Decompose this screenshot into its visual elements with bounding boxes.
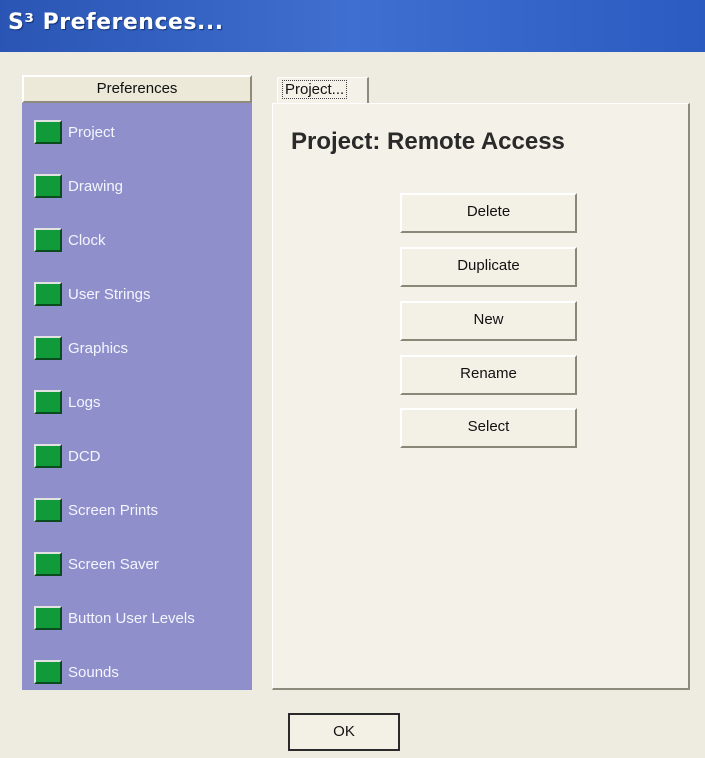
green-square-icon [34, 498, 62, 522]
window-title: S³ Preferences... [8, 10, 224, 35]
green-square-icon [34, 606, 62, 630]
sidebar-item-sounds[interactable]: Sounds [34, 657, 248, 687]
green-square-icon [34, 390, 62, 414]
new-button[interactable]: New [400, 301, 577, 341]
sidebar-item-clock[interactable]: Clock [34, 225, 248, 255]
sidebar-item-label: Project [68, 123, 115, 141]
sidebar-item-screen-prints[interactable]: Screen Prints [34, 495, 248, 525]
sidebar-item-label: DCD [68, 447, 101, 465]
green-square-icon [34, 444, 62, 468]
project-panel [272, 103, 690, 690]
delete-button[interactable]: Delete [400, 193, 577, 233]
ok-button[interactable]: OK [288, 713, 400, 751]
sidebar-item-label: Sounds [68, 663, 119, 681]
sidebar-item-dcd[interactable]: DCD [34, 441, 248, 471]
tab-label: Project... [282, 80, 348, 99]
green-square-icon [34, 174, 62, 198]
green-square-icon [34, 120, 62, 144]
sidebar-item-label: User Strings [68, 285, 151, 303]
sidebar-item-label: Logs [68, 393, 101, 411]
preferences-sidebar: Project Drawing Clock User Strings Graph… [22, 103, 252, 690]
sidebar-item-logs[interactable]: Logs [34, 387, 248, 417]
sidebar-item-label: Screen Saver [68, 555, 159, 573]
tab-project[interactable]: Project... [277, 77, 369, 103]
sidebar-header: Preferences [22, 75, 252, 103]
sidebar-item-drawing[interactable]: Drawing [34, 171, 248, 201]
select-button[interactable]: Select [400, 408, 577, 448]
sidebar-item-label: Drawing [68, 177, 124, 195]
green-square-icon [34, 660, 62, 684]
sidebar-item-button-user-levels[interactable]: Button User Levels [34, 603, 248, 633]
green-square-icon [34, 228, 62, 252]
duplicate-button[interactable]: Duplicate [400, 247, 577, 287]
green-square-icon [34, 552, 62, 576]
page-title: Project: Remote Access [291, 128, 565, 155]
title-bar[interactable]: S³ Preferences... [0, 0, 705, 52]
sidebar-item-graphics[interactable]: Graphics [34, 333, 248, 363]
sidebar-item-project[interactable]: Project [34, 117, 248, 147]
green-square-icon [34, 336, 62, 360]
sidebar-item-label: Button User Levels [68, 609, 195, 627]
sidebar-item-label: Screen Prints [68, 501, 159, 519]
sidebar-item-screen-saver[interactable]: Screen Saver [34, 549, 248, 579]
rename-button[interactable]: Rename [400, 355, 577, 395]
green-square-icon [34, 282, 62, 306]
sidebar-item-label: Clock [68, 231, 106, 249]
sidebar-item-label: Graphics [68, 339, 129, 357]
sidebar-item-user-strings[interactable]: User Strings [34, 279, 248, 309]
preferences-window: S³ Preferences... Preferences Project Dr… [0, 0, 705, 758]
